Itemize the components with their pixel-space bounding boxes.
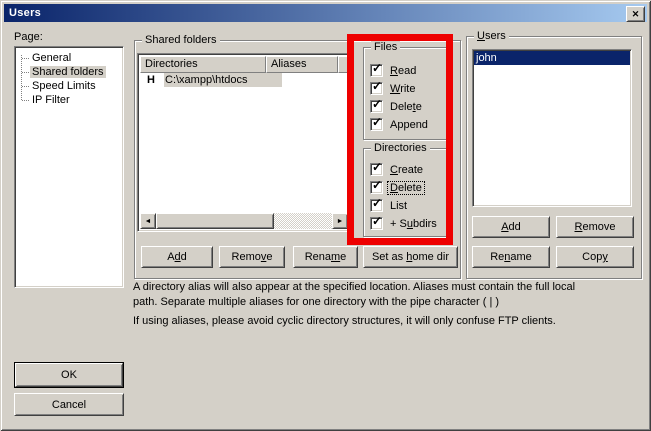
- checkbox-read[interactable]: ✓ Read: [370, 64, 418, 77]
- checkbox-create[interactable]: ✓ Create: [370, 163, 425, 176]
- page-listbox: General Shared folders Speed Limits IP F…: [14, 46, 124, 288]
- checkbox-box: ✓: [370, 199, 383, 212]
- cyclic-note: If using aliases, please avoid cyclic di…: [133, 315, 556, 327]
- checkbox-delete-directories[interactable]: ✓ Delete: [370, 181, 424, 194]
- titlebar: Users ✕: [4, 4, 647, 22]
- arrow-right-icon: ►: [337, 218, 344, 225]
- checkbox-box: ✓: [370, 181, 383, 194]
- checkbox-box: ✓: [370, 118, 383, 131]
- scrollbar-thumb[interactable]: [156, 213, 274, 229]
- list-item-john[interactable]: john: [474, 51, 630, 65]
- checkbox-box: ✓: [370, 217, 383, 230]
- scroll-left-button[interactable]: ◄: [140, 213, 156, 229]
- column-header-filler: [338, 56, 348, 73]
- checkmark-icon: ✓: [372, 62, 382, 75]
- sidebar-item-general[interactable]: General: [15, 51, 123, 65]
- checkmark-icon: ✓: [372, 161, 382, 174]
- window-title: Users: [4, 7, 41, 19]
- checkbox-append[interactable]: ✓ Append: [370, 118, 430, 131]
- checkbox-box: ✓: [370, 64, 383, 77]
- table-row[interactable]: H C:\xampp\htdocs: [140, 73, 282, 87]
- tree-connector: [22, 100, 29, 101]
- add-user-button[interactable]: Add: [472, 216, 550, 238]
- checkbox-write[interactable]: ✓ Write: [370, 82, 417, 95]
- directory-cell: C:\xampp\htdocs: [164, 73, 282, 87]
- sidebar-item-ip-filter[interactable]: IP Filter: [15, 93, 123, 107]
- directories-listview: Directories Aliases H C:\xampp\htdocs ◄ …: [137, 53, 351, 232]
- sidebar-item-shared-folders[interactable]: Shared folders: [15, 65, 123, 79]
- page-label: Page:: [14, 31, 43, 43]
- scroll-right-button[interactable]: ►: [332, 213, 348, 229]
- alias-note-line1: A directory alias will also appear at th…: [133, 281, 575, 293]
- horizontal-scrollbar[interactable]: ◄ ►: [140, 213, 348, 229]
- checkbox-box: ✓: [370, 100, 383, 113]
- tree-connector: [22, 86, 29, 87]
- shared-folders-group-label: Shared folders: [142, 34, 220, 47]
- users-dialog-window: Users ✕ Page: General Shared folders Spe…: [0, 0, 651, 431]
- arrow-left-icon: ◄: [145, 218, 152, 225]
- checkbox-list[interactable]: ✓ List: [370, 199, 409, 212]
- checkbox-box: ✓: [370, 163, 383, 176]
- cancel-button[interactable]: Cancel: [14, 393, 124, 416]
- users-listbox: john: [472, 49, 632, 207]
- rename-directory-button[interactable]: Rename: [293, 246, 358, 268]
- users-group-label: Users: [474, 30, 509, 43]
- alias-note-line2: path. Separate multiple aliases for one …: [133, 296, 499, 308]
- tree-connector: [22, 58, 29, 59]
- directories-group-label: Directories: [371, 142, 430, 155]
- column-header-directories[interactable]: Directories: [140, 56, 266, 73]
- checkbox-subdirs[interactable]: ✓ + Subdirs: [370, 217, 439, 230]
- remove-directory-button[interactable]: Remove: [219, 246, 285, 268]
- home-directory-marker: H: [140, 73, 164, 87]
- checkmark-icon: ✓: [372, 179, 382, 192]
- checkmark-icon: ✓: [372, 215, 382, 228]
- ok-button[interactable]: OK: [15, 363, 123, 387]
- remove-user-button[interactable]: Remove: [556, 216, 634, 238]
- close-icon: ✕: [632, 9, 640, 20]
- sidebar-item-speed-limits[interactable]: Speed Limits: [15, 79, 123, 93]
- checkmark-icon: ✓: [372, 80, 382, 93]
- close-button[interactable]: ✕: [626, 6, 645, 22]
- copy-user-button[interactable]: Copy: [556, 246, 634, 268]
- rename-user-button[interactable]: Rename: [472, 246, 550, 268]
- set-as-home-dir-button[interactable]: Set as home dir: [363, 246, 458, 268]
- checkbox-delete-files[interactable]: ✓ Delete: [370, 100, 424, 113]
- checkmark-icon: ✓: [372, 197, 382, 210]
- checkbox-box: ✓: [370, 82, 383, 95]
- checkmark-icon: ✓: [372, 116, 382, 129]
- checkmark-icon: ✓: [372, 98, 382, 111]
- files-group-label: Files: [371, 41, 400, 54]
- column-header-aliases[interactable]: Aliases: [266, 56, 338, 73]
- add-directory-button[interactable]: Add: [141, 246, 213, 268]
- tree-connector: [22, 72, 29, 73]
